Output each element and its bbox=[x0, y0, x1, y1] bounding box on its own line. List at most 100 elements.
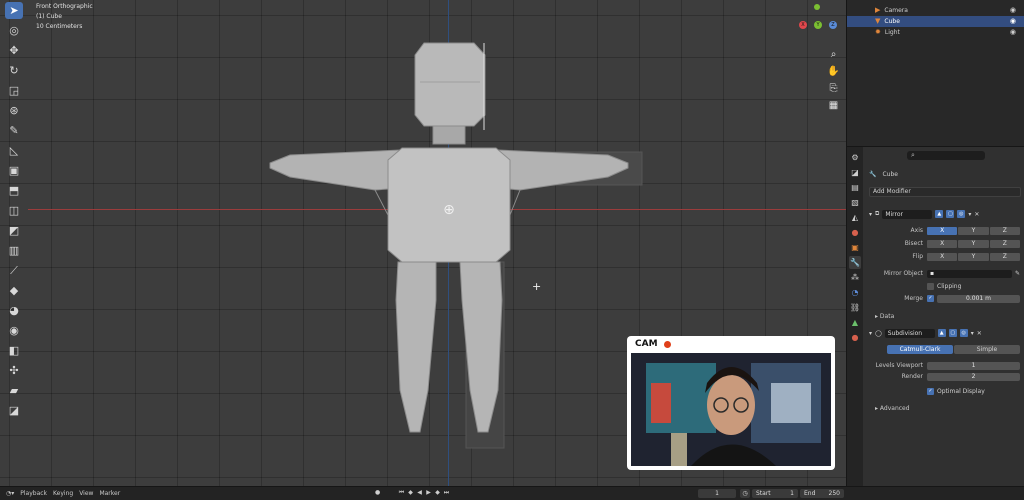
spin-tool-icon[interactable]: ◕ bbox=[5, 302, 23, 319]
levels-viewport-field[interactable]: 1 bbox=[927, 361, 1020, 370]
gizmo-x-axis[interactable]: X bbox=[799, 21, 807, 29]
next-keyframe-icon[interactable]: ◆ bbox=[434, 489, 441, 497]
modifier-tab-icon[interactable]: 🔧 bbox=[849, 256, 861, 269]
viewport-toggle-icon[interactable]: ▢ bbox=[946, 210, 955, 218]
transform-tool-icon[interactable]: ⊛ bbox=[5, 102, 23, 119]
material-tab-icon[interactable]: ● bbox=[849, 331, 861, 344]
knife-tool-icon[interactable]: ⟋ bbox=[5, 262, 23, 279]
advanced-subpanel[interactable]: ▸ Advanced bbox=[875, 404, 910, 413]
outliner-item-camera[interactable]: ▶ Camera ◉ bbox=[847, 5, 1024, 16]
dropdown-icon[interactable]: ▾ bbox=[968, 211, 971, 218]
zoom-icon[interactable]: ⌕ bbox=[827, 48, 840, 61]
output-tab-icon[interactable]: ▤ bbox=[849, 181, 861, 194]
flip-z-toggle[interactable]: Z bbox=[989, 252, 1020, 261]
scene-tab-icon[interactable]: ◭ bbox=[849, 211, 861, 224]
mirror-modifier-header[interactable]: ▾ ⧉ Mirror ▲ ▢ ◎ ▾ ✕ bbox=[869, 208, 1020, 220]
prev-keyframe-icon[interactable]: ◆ bbox=[407, 489, 414, 497]
start-frame-field[interactable]: Start 1 bbox=[752, 489, 798, 498]
flip-x-toggle[interactable]: X bbox=[927, 252, 958, 261]
navigation-gizmo[interactable]: X Y Z bbox=[798, 2, 838, 36]
loop-cut-tool-icon[interactable]: ▥ bbox=[5, 242, 23, 259]
grid-toggle-icon[interactable]: ▦ bbox=[827, 99, 840, 112]
bisect-x-toggle[interactable]: X bbox=[927, 239, 958, 248]
catmull-clark-option[interactable]: Catmull-Clark bbox=[887, 345, 953, 354]
merge-checkbox[interactable]: ✓ bbox=[927, 295, 934, 302]
particles-tab-icon[interactable]: ⁂ bbox=[849, 271, 861, 284]
select-tool-icon[interactable]: ➤ bbox=[5, 2, 23, 19]
data-tab-icon[interactable]: ▲ bbox=[849, 316, 861, 329]
add-cube-tool-icon[interactable]: ▣ bbox=[5, 162, 23, 179]
merge-distance-field[interactable]: 0.001 m bbox=[937, 294, 1020, 303]
jump-end-icon[interactable]: ⏭ bbox=[443, 489, 450, 497]
camera-view-icon[interactable]: ⎘ bbox=[827, 82, 840, 95]
smooth-tool-icon[interactable]: ◉ bbox=[5, 322, 23, 339]
optimal-display-checkbox[interactable]: ✓ bbox=[927, 388, 934, 395]
bisect-y-toggle[interactable]: Y bbox=[958, 239, 989, 248]
close-icon[interactable]: ✕ bbox=[977, 330, 982, 337]
axis-y-toggle[interactable]: Y bbox=[958, 226, 989, 235]
edit-mode-toggle-icon[interactable]: ▲ bbox=[937, 329, 946, 337]
edit-mode-toggle-icon[interactable]: ▲ bbox=[935, 210, 944, 218]
render-tab-icon[interactable]: ◪ bbox=[849, 166, 861, 179]
3d-viewport[interactable]: Front Orthographic (1) Cube 10 Centimete… bbox=[0, 0, 846, 486]
axis-z-toggle[interactable]: Z bbox=[989, 226, 1020, 235]
auto-keying-icon[interactable]: ● bbox=[375, 489, 380, 496]
physics-tab-icon[interactable]: ◔ bbox=[849, 286, 861, 299]
constraints-tab-icon[interactable]: ⛓ bbox=[849, 301, 861, 314]
shear-tool-icon[interactable]: ▰ bbox=[5, 382, 23, 399]
move-tool-icon[interactable]: ✥ bbox=[5, 42, 23, 59]
subdivision-modifier-header[interactable]: ▾ ◯ Subdivision ▲ ▢ ◎ ▾ ✕ bbox=[869, 327, 1020, 339]
pan-hand-icon[interactable]: ✋ bbox=[827, 65, 840, 78]
editor-type-icon[interactable]: ◔▾ bbox=[6, 490, 14, 497]
clipping-checkbox[interactable] bbox=[927, 283, 934, 290]
gizmo-y-axis[interactable]: Y bbox=[814, 21, 822, 29]
flip-y-toggle[interactable]: Y bbox=[958, 252, 989, 261]
poly-build-tool-icon[interactable]: ◆ bbox=[5, 282, 23, 299]
render-toggle-icon[interactable]: ◎ bbox=[959, 329, 968, 337]
rotate-tool-icon[interactable]: ↻ bbox=[5, 62, 23, 79]
eyedropper-icon[interactable]: ✎ bbox=[1015, 270, 1020, 277]
play-icon[interactable]: ▶ bbox=[425, 489, 432, 497]
playback-menu[interactable]: Playback bbox=[20, 490, 47, 497]
keying-menu[interactable]: Keying bbox=[53, 490, 73, 497]
render-toggle-icon[interactable]: ◎ bbox=[957, 210, 966, 218]
bevel-tool-icon[interactable]: ◩ bbox=[5, 222, 23, 239]
world-tab-icon[interactable]: ● bbox=[849, 226, 861, 239]
jump-start-icon[interactable]: ⏮ bbox=[398, 489, 405, 497]
subdivision-modifier-name[interactable]: Subdivision bbox=[884, 328, 935, 338]
close-icon[interactable]: ✕ bbox=[974, 211, 979, 218]
eye-icon[interactable]: ◉ bbox=[1010, 27, 1016, 38]
add-modifier-button[interactable]: Add Modifier bbox=[869, 187, 1021, 197]
edge-slide-tool-icon[interactable]: ◧ bbox=[5, 342, 23, 359]
current-frame-field[interactable]: 1 bbox=[698, 489, 736, 498]
eye-icon[interactable]: ◉ bbox=[1010, 5, 1016, 16]
shrink-tool-icon[interactable]: ✣ bbox=[5, 362, 23, 379]
marker-menu[interactable]: Marker bbox=[99, 490, 120, 497]
preview-range-icon[interactable]: ◷ bbox=[740, 489, 750, 498]
rip-tool-icon[interactable]: ◪ bbox=[5, 402, 23, 419]
end-frame-field[interactable]: End 250 bbox=[800, 489, 844, 498]
scale-tool-icon[interactable]: ◲ bbox=[5, 82, 23, 99]
mirror-modifier-name[interactable]: Mirror bbox=[882, 209, 933, 219]
render-levels-field[interactable]: 2 bbox=[927, 372, 1020, 381]
outliner-item-cube[interactable]: ▼ Cube ◉ bbox=[847, 16, 1024, 27]
eye-icon[interactable]: ◉ bbox=[1010, 16, 1016, 27]
cursor-tool-icon[interactable]: ◎ bbox=[5, 22, 23, 39]
object-tab-icon[interactable]: ▣ bbox=[849, 241, 861, 254]
dropdown-icon[interactable]: ▾ bbox=[971, 330, 974, 337]
bisect-z-toggle[interactable]: Z bbox=[989, 239, 1020, 248]
tool-tab-icon[interactable]: ⚙ bbox=[849, 151, 861, 164]
collapse-chevron-icon[interactable]: ▾ bbox=[869, 211, 872, 218]
measure-tool-icon[interactable]: ◺ bbox=[5, 142, 23, 159]
inset-tool-icon[interactable]: ◫ bbox=[5, 202, 23, 219]
3d-cursor-icon[interactable]: ⊕ bbox=[442, 203, 456, 217]
view-layer-tab-icon[interactable]: ▧ bbox=[849, 196, 861, 209]
gizmo-y-negative[interactable] bbox=[814, 4, 820, 10]
view-menu[interactable]: View bbox=[79, 490, 93, 497]
axis-x-toggle[interactable]: X bbox=[927, 226, 958, 235]
viewport-toggle-icon[interactable]: ▢ bbox=[948, 329, 957, 337]
data-subpanel[interactable]: ▸ Data bbox=[875, 312, 894, 321]
gizmo-z-axis[interactable]: Z bbox=[829, 21, 837, 29]
collapse-chevron-icon[interactable]: ▾ bbox=[869, 330, 872, 337]
play-reverse-icon[interactable]: ◀ bbox=[416, 489, 423, 497]
